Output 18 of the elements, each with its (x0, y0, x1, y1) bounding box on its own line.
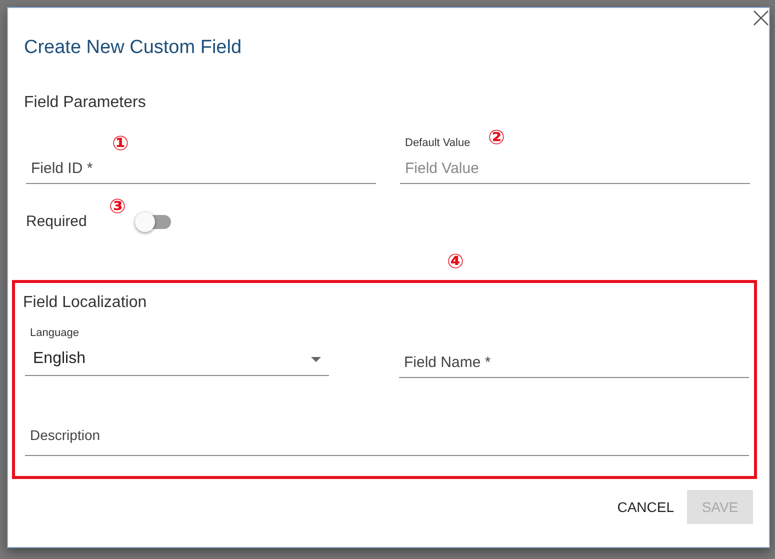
field-id-input[interactable]: Field ID * (26, 156, 376, 184)
language-select[interactable]: English (25, 346, 329, 376)
required-label: Required (26, 213, 87, 230)
required-toggle[interactable] (136, 214, 171, 228)
cancel-button[interactable]: CANCEL (611, 490, 680, 524)
caret-icon (311, 356, 321, 362)
close-icon[interactable] (753, 10, 769, 26)
description-input[interactable]: Description (25, 423, 749, 456)
field-label: Language (30, 327, 80, 339)
default-value-input[interactable]: Field Value (400, 156, 750, 184)
annotation-number: ① (112, 133, 129, 153)
annotation-number: ③ (109, 196, 126, 216)
field-name-input[interactable]: Field Name * (399, 350, 749, 378)
section-title: Field Localization (23, 294, 147, 312)
annotation-number: ④ (447, 251, 464, 271)
annotation-number: ② (488, 127, 505, 147)
dialog-title: Create New Custom Field (24, 37, 242, 59)
section-title: Field Parameters (24, 94, 146, 112)
